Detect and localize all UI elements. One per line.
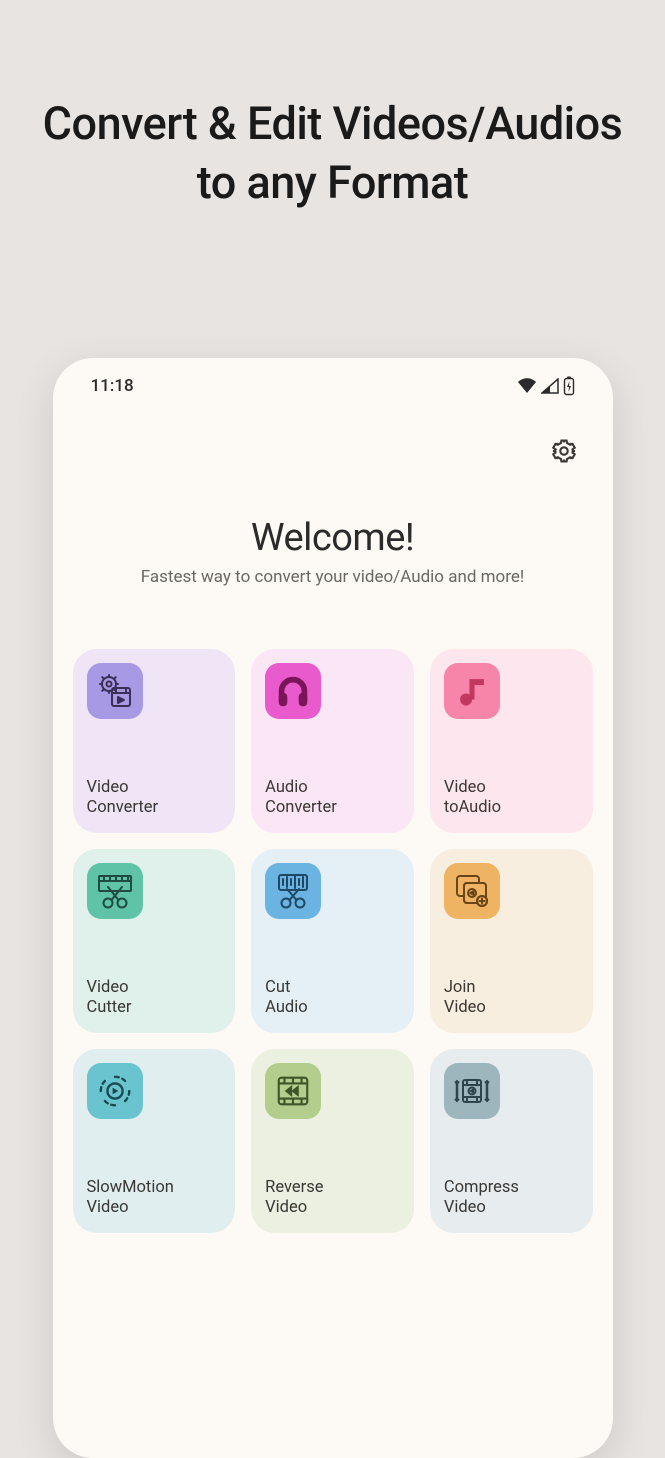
settings-button[interactable] — [547, 434, 581, 468]
cut-audio-icon — [265, 863, 321, 919]
welcome-block: Welcome! Fastest way to convert your vid… — [73, 516, 593, 589]
reverse-video-icon — [265, 1063, 321, 1119]
tile-video-to-audio[interactable]: Video toAudio — [430, 649, 593, 833]
compress-video-icon — [444, 1063, 500, 1119]
tile-reverse-video[interactable]: Reverse Video — [251, 1049, 414, 1233]
tile-label: Video Converter — [87, 778, 222, 819]
status-time: 11:18 — [91, 376, 134, 396]
signal-icon — [541, 378, 559, 394]
tile-join-video[interactable]: Join Video — [430, 849, 593, 1033]
tile-slow-motion-video[interactable]: SlowMotion Video — [73, 1049, 236, 1233]
tile-cut-audio[interactable]: Cut Audio — [251, 849, 414, 1033]
status-bar: 11:18 — [73, 358, 593, 414]
tile-compress-video[interactable]: Compress Video — [430, 1049, 593, 1233]
audio-converter-icon — [265, 663, 321, 719]
tools-grid: Video Converter Audio Converter — [73, 649, 593, 1233]
tile-label: Join Video — [444, 978, 579, 1019]
phone-frame: 11:18 Welcome! Fastest way to convert yo… — [53, 358, 613, 1458]
page-title: Welcome! — [73, 516, 593, 560]
join-video-icon — [444, 863, 500, 919]
tile-label: Cut Audio — [265, 978, 400, 1019]
battery-icon — [563, 376, 575, 396]
promo-title: Convert & Edit Videos/Audios to any Form… — [0, 0, 665, 212]
video-converter-icon — [87, 663, 143, 719]
page-subtitle: Fastest way to convert your video/Audio … — [73, 566, 593, 589]
tile-video-cutter[interactable]: Video Cutter — [73, 849, 236, 1033]
slow-motion-icon — [87, 1063, 143, 1119]
tile-video-converter[interactable]: Video Converter — [73, 649, 236, 833]
tile-label: SlowMotion Video — [87, 1178, 222, 1219]
tile-label: Audio Converter — [265, 778, 400, 819]
tile-audio-converter[interactable]: Audio Converter — [251, 649, 414, 833]
wifi-icon — [517, 378, 537, 394]
gear-icon — [550, 437, 578, 465]
tile-label: Compress Video — [444, 1178, 579, 1219]
tile-label: Reverse Video — [265, 1178, 400, 1219]
tile-label: Video Cutter — [87, 978, 222, 1019]
status-icons — [517, 376, 575, 396]
video-to-audio-icon — [444, 663, 500, 719]
tile-label: Video toAudio — [444, 778, 579, 819]
video-cutter-icon — [87, 863, 143, 919]
